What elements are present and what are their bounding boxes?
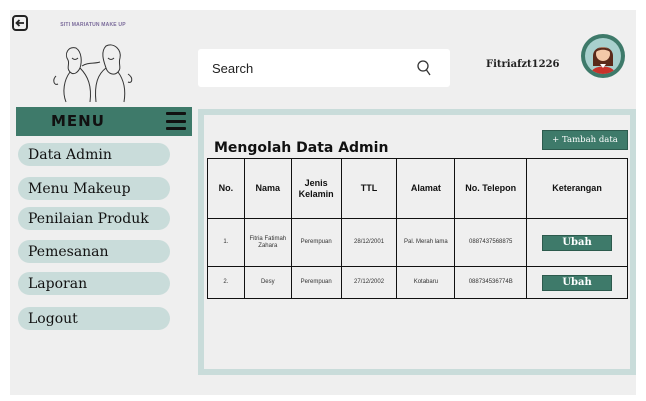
- back-arrow-icon: [15, 19, 24, 27]
- menu-title: MENU: [51, 112, 105, 130]
- cell-nama: Fitria Fatimah Zahara: [243, 218, 292, 267]
- add-data-button[interactable]: + Tambah data: [542, 130, 628, 150]
- search-input[interactable]: [212, 60, 412, 76]
- cell-ttl: 28/12/2001: [340, 218, 398, 267]
- sidebar-item-logout[interactable]: Logout: [18, 307, 170, 330]
- cell-nama: Desy: [243, 266, 292, 299]
- table-row: 2. Desy Perempuan 27/12/2002 Kotabaru 08…: [207, 266, 628, 299]
- col-header-nama: Nama: [243, 158, 292, 219]
- edit-button[interactable]: Ubah: [542, 274, 613, 291]
- page-title: Mengolah Data Admin: [214, 140, 389, 156]
- cell-no: 2.: [207, 266, 245, 299]
- menu-bar: MENU: [16, 107, 192, 136]
- search-icon[interactable]: [416, 59, 432, 77]
- username: Fitriafzt1226: [486, 59, 560, 70]
- cell-no-telepon: 088734536774B: [454, 266, 528, 299]
- cell-jenis-kelamin: Perempuan: [290, 218, 342, 267]
- content-area: Mengolah Data Admin + Tambah data No. Na…: [204, 115, 630, 369]
- sidebar-item-pemesanan[interactable]: Pemesanan: [18, 240, 170, 263]
- cell-alamat: Pal. Merah lama: [396, 218, 456, 267]
- hamburger-icon[interactable]: [166, 112, 186, 130]
- search-bar[interactable]: [198, 49, 450, 87]
- logo-text: SITI MARIATUN MAKE UP: [60, 22, 126, 28]
- cell-keterangan: Ubah: [526, 266, 628, 299]
- col-header-no-telepon: No. Telepon: [454, 158, 528, 219]
- sidebar-item-laporan[interactable]: Laporan: [18, 272, 170, 295]
- cell-alamat: Kotabaru: [396, 266, 456, 299]
- user-avatar-icon: [585, 38, 621, 74]
- cell-jenis-kelamin: Perempuan: [290, 266, 342, 299]
- sidebar-item-data-admin[interactable]: Data Admin: [18, 143, 170, 166]
- col-header-keterangan: Keterangan: [526, 158, 628, 219]
- col-header-jenis-kelamin: Jenis Kelamin: [290, 158, 342, 219]
- edit-button[interactable]: Ubah: [542, 234, 613, 251]
- back-button[interactable]: [12, 15, 28, 31]
- admin-table: No. Nama Jenis Kelamin TTL Alamat No. Te…: [207, 158, 628, 299]
- col-header-no: No.: [207, 158, 245, 219]
- col-header-alamat: Alamat: [396, 158, 456, 219]
- sidebar-item-menu-makeup[interactable]: Menu Makeup: [18, 177, 170, 200]
- cell-keterangan: Ubah: [526, 218, 628, 267]
- table-row: 1. Fitria Fatimah Zahara Perempuan 28/12…: [207, 218, 628, 267]
- avatar[interactable]: [581, 34, 625, 78]
- cell-no: 1.: [207, 218, 245, 267]
- makeup-artist-illustration-icon: [53, 44, 133, 103]
- table-header-row: No. Nama Jenis Kelamin TTL Alamat No. Te…: [207, 158, 628, 219]
- sidebar-item-penilaian-produk[interactable]: Penilaian Produk: [18, 207, 170, 230]
- cell-no-telepon: 0887437568875: [454, 218, 528, 267]
- main-panel: Mengolah Data Admin + Tambah data No. Na…: [198, 109, 636, 375]
- cell-ttl: 27/12/2002: [340, 266, 398, 299]
- col-header-ttl: TTL: [340, 158, 398, 219]
- brand-logo: SITI MARIATUN MAKE UP: [30, 22, 156, 104]
